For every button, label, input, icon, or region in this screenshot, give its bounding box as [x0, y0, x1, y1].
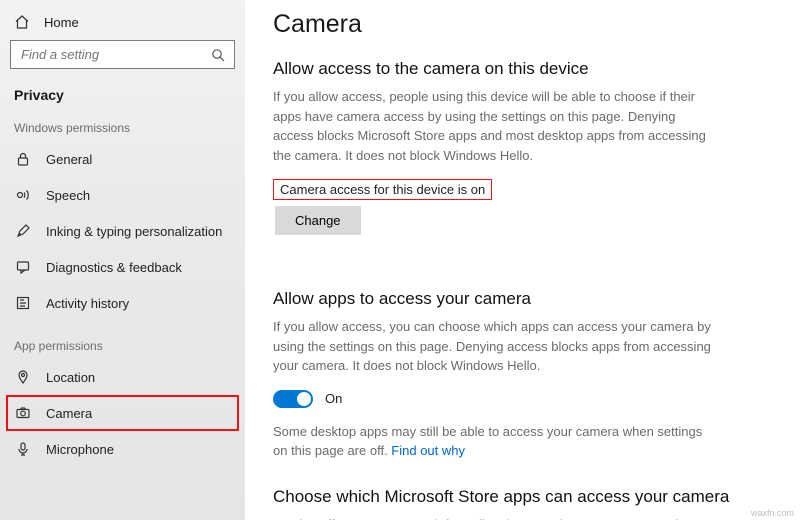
- sidebar-item-camera[interactable]: Camera: [6, 395, 239, 431]
- home-icon: [14, 14, 30, 30]
- home-button[interactable]: Home: [0, 8, 245, 40]
- camera-apps-toggle[interactable]: [273, 390, 313, 408]
- toggle-label: On: [325, 391, 342, 406]
- sidebar-item-inking[interactable]: Inking & typing personalization: [0, 213, 245, 249]
- sidebar-group-app-permissions: App permissions: [0, 339, 245, 359]
- camera-status: Camera access for this device is on: [273, 179, 492, 200]
- section-device-access: Allow access to the camera on this devic…: [273, 59, 772, 263]
- section-body: Turning off an app prevents it from dire…: [273, 515, 713, 520]
- sidebar-item-speech[interactable]: Speech: [0, 177, 245, 213]
- sidebar-item-label: Location: [46, 370, 95, 385]
- search-wrap: [10, 40, 235, 69]
- sidebar-item-label: Microphone: [46, 442, 114, 457]
- sidebar-item-diagnostics[interactable]: Diagnostics & feedback: [0, 249, 245, 285]
- lock-icon: [14, 150, 32, 168]
- section-body: If you allow access, people using this d…: [273, 87, 713, 165]
- location-icon: [14, 368, 32, 386]
- pen-icon: [14, 222, 32, 240]
- home-label: Home: [44, 15, 79, 30]
- sidebar-item-label: Diagnostics & feedback: [46, 260, 182, 275]
- sidebar-item-general[interactable]: General: [0, 141, 245, 177]
- search-input[interactable]: [10, 40, 235, 69]
- history-icon: [14, 294, 32, 312]
- section-app-access: Allow apps to access your camera If you …: [273, 289, 772, 461]
- section-store-apps: Choose which Microsoft Store apps can ac…: [273, 487, 772, 520]
- speech-icon: [14, 186, 32, 204]
- sidebar-item-label: Inking & typing personalization: [46, 224, 222, 239]
- sidebar-item-label: Camera: [46, 406, 92, 421]
- sidebar-item-microphone[interactable]: Microphone: [0, 431, 245, 467]
- watermark: waxfn.com: [751, 508, 794, 518]
- microphone-icon: [14, 440, 32, 458]
- page-title: Camera: [273, 10, 772, 39]
- change-button[interactable]: Change: [275, 206, 361, 235]
- find-out-why-link[interactable]: Find out why: [391, 443, 465, 458]
- section-body: If you allow access, you can choose whic…: [273, 317, 713, 376]
- section-heading: Allow access to the camera on this devic…: [273, 59, 772, 79]
- sidebar: Home Privacy Windows permissions General…: [0, 0, 245, 520]
- section-heading: Choose which Microsoft Store apps can ac…: [273, 487, 772, 507]
- sidebar-group-windows-permissions: Windows permissions: [0, 121, 245, 141]
- sidebar-item-label: Speech: [46, 188, 90, 203]
- toggle-note: Some desktop apps may still be able to a…: [273, 422, 713, 461]
- sidebar-item-label: Activity history: [46, 296, 129, 311]
- toggle-row: On: [273, 390, 772, 408]
- sidebar-item-label: General: [46, 152, 92, 167]
- sidebar-item-location[interactable]: Location: [0, 359, 245, 395]
- feedback-icon: [14, 258, 32, 276]
- sidebar-section-title: Privacy: [0, 83, 245, 121]
- main-content: Camera Allow access to the camera on thi…: [245, 0, 800, 520]
- sidebar-item-activity[interactable]: Activity history: [0, 285, 245, 321]
- camera-icon: [14, 404, 32, 422]
- section-heading: Allow apps to access your camera: [273, 289, 772, 309]
